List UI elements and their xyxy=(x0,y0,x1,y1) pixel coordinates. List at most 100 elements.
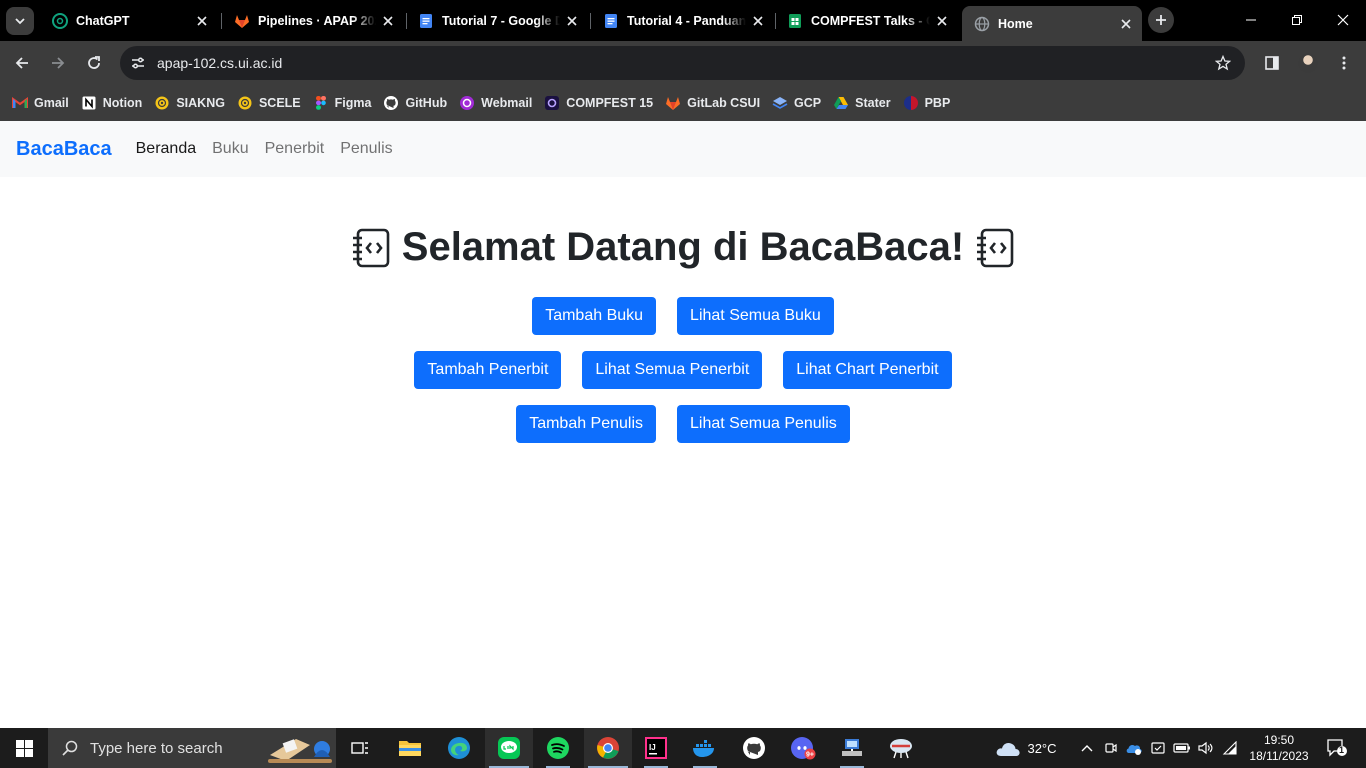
tab-gitlab-pipelines[interactable]: Pipelines · APAP 2023 xyxy=(222,6,404,35)
tab-home[interactable]: Home xyxy=(962,6,1142,41)
bookmark-notion[interactable]: Notion xyxy=(77,89,151,117)
discord-badge: 9+ xyxy=(806,752,814,759)
journal-code-icon xyxy=(976,228,1014,268)
bookmark-stater[interactable]: Stater xyxy=(829,89,898,117)
tambah-penerbit-button[interactable]: Tambah Penerbit xyxy=(414,351,562,389)
penerbit-actions-row: Tambah Penerbit Lihat Semua Penerbit Lih… xyxy=(0,351,1366,389)
intellij-button[interactable]: IJ xyxy=(632,728,680,768)
notification-icon xyxy=(1327,739,1347,757)
bookmark-github[interactable]: GitHub xyxy=(379,89,455,117)
close-icon[interactable] xyxy=(564,13,580,29)
tab-title: COMPFEST Talks - Google Sheets xyxy=(811,13,930,28)
bookmark-gcp[interactable]: GCP xyxy=(768,89,829,117)
github-icon xyxy=(383,95,399,111)
bookmark-pbp[interactable]: PBP xyxy=(899,89,959,117)
nav-link-buku[interactable]: Buku xyxy=(212,140,248,158)
docker-button[interactable] xyxy=(681,728,729,768)
close-icon[interactable] xyxy=(750,13,766,29)
clock-time: 19:50 xyxy=(1263,733,1295,747)
bookmark-label: COMPFEST 15 xyxy=(566,96,654,110)
file-explorer-button[interactable] xyxy=(386,728,434,768)
tab-tutorial-7[interactable]: Tutorial 7 - Google Docs xyxy=(406,6,588,35)
navbar-brand[interactable]: BacaBaca xyxy=(16,138,112,161)
tab-title: ChatGPT xyxy=(76,13,130,28)
lihat-semua-buku-button[interactable]: Lihat Semua Buku xyxy=(677,297,834,335)
browser-menu-button[interactable] xyxy=(1329,48,1359,78)
chevron-down-icon xyxy=(15,18,25,25)
notion-icon xyxy=(81,95,97,111)
weather-widget[interactable]: 32°C xyxy=(990,728,1062,768)
webmail-icon xyxy=(459,95,475,111)
weather-temperature: 32°C xyxy=(1027,740,1057,756)
close-icon[interactable] xyxy=(1118,16,1134,32)
new-tab-button[interactable] xyxy=(1148,7,1174,33)
close-icon[interactable] xyxy=(380,13,396,29)
chatgpt-icon xyxy=(52,12,68,29)
profile-button[interactable] xyxy=(1293,48,1323,78)
task-view-button[interactable] xyxy=(336,728,384,768)
site-settings-icon[interactable] xyxy=(128,53,148,73)
nav-link-beranda[interactable]: Beranda xyxy=(136,140,197,158)
bookmark-label: GCP xyxy=(794,96,822,110)
spotify-button[interactable] xyxy=(534,728,582,768)
close-icon[interactable] xyxy=(934,13,950,29)
bookmark-gmail[interactable]: Gmail xyxy=(8,89,77,117)
forward-button[interactable] xyxy=(43,48,73,78)
bookmark-webmail[interactable]: Webmail xyxy=(455,89,540,117)
battery-button[interactable] xyxy=(1171,728,1193,768)
volume-button[interactable] xyxy=(1195,728,1217,768)
lihat-semua-penulis-button[interactable]: Lihat Semua Penulis xyxy=(677,405,850,443)
github-desktop-button[interactable] xyxy=(730,728,778,768)
web-page: BacaBaca Beranda Buku Penerbit Penulis S… xyxy=(0,121,1366,728)
line-button[interactable] xyxy=(485,728,533,768)
bookmark-figma[interactable]: Figma xyxy=(309,89,380,117)
reload-button[interactable] xyxy=(79,48,109,78)
close-window-button[interactable] xyxy=(1328,5,1358,35)
line-icon xyxy=(498,737,520,759)
url-text[interactable]: apap-102.cs.ui.ac.id xyxy=(157,55,282,71)
system-clock[interactable]: 19:50 18/11/2023 xyxy=(1240,732,1318,764)
back-button[interactable] xyxy=(7,48,37,78)
tab-compfest-talks[interactable]: COMPFEST Talks - Google Sheets xyxy=(775,6,958,35)
bookmark-label: SIAKNG xyxy=(176,96,225,110)
nav-link-penulis[interactable]: Penulis xyxy=(340,140,392,158)
notification-center-button[interactable]: 1 xyxy=(1320,728,1354,768)
close-icon[interactable] xyxy=(194,13,210,29)
camera-icon xyxy=(1105,743,1117,753)
more-vert-icon xyxy=(1342,56,1346,70)
taskbar-search-box[interactable]: Type here to search xyxy=(48,728,336,768)
tambah-buku-button[interactable]: Tambah Buku xyxy=(532,297,657,335)
app-button[interactable] xyxy=(877,728,925,768)
ui-makara-icon xyxy=(154,95,170,111)
bookmark-siakng[interactable]: SIAKNG xyxy=(150,89,233,117)
start-button[interactable] xyxy=(0,728,48,768)
lihat-chart-penerbit-button[interactable]: Lihat Chart Penerbit xyxy=(783,351,952,389)
side-panel-button[interactable] xyxy=(1257,48,1287,78)
tab-chatgpt[interactable]: ChatGPT xyxy=(40,6,218,35)
bookmark-scele[interactable]: SCELE xyxy=(233,89,309,117)
tambah-penulis-button[interactable]: Tambah Penulis xyxy=(516,405,657,443)
bookmark-compfest[interactable]: COMPFEST 15 xyxy=(540,89,661,117)
bookmark-gitlab-csui[interactable]: GitLab CSUI xyxy=(661,89,768,117)
network-tool-button[interactable] xyxy=(828,728,876,768)
bookmark-label: Webmail xyxy=(481,96,533,110)
tab-search-button[interactable] xyxy=(6,7,34,35)
show-hidden-icons-button[interactable] xyxy=(1076,728,1098,768)
security-button[interactable] xyxy=(1147,728,1169,768)
nav-link-penerbit[interactable]: Penerbit xyxy=(265,140,325,158)
bookmark-star-icon[interactable] xyxy=(1213,53,1233,73)
meet-now-button[interactable] xyxy=(1100,728,1122,768)
restore-button[interactable] xyxy=(1282,5,1312,35)
network-button[interactable] xyxy=(1219,728,1241,768)
battery-icon xyxy=(1173,743,1190,753)
edge-button[interactable] xyxy=(435,728,483,768)
chrome-button[interactable] xyxy=(584,728,632,768)
address-bar[interactable]: apap-102.cs.ui.ac.id xyxy=(120,46,1245,80)
discord-button[interactable]: 9+ xyxy=(779,728,827,768)
lihat-semua-penerbit-button[interactable]: Lihat Semua Penerbit xyxy=(582,351,763,389)
bookmark-label: GitHub xyxy=(405,96,448,110)
bookmark-label: Notion xyxy=(102,96,143,110)
cloud-sync-button[interactable] xyxy=(1123,728,1145,768)
minimize-button[interactable] xyxy=(1236,5,1266,35)
tab-tutorial-4[interactable]: Tutorial 4 - Panduan xyxy=(591,6,774,35)
